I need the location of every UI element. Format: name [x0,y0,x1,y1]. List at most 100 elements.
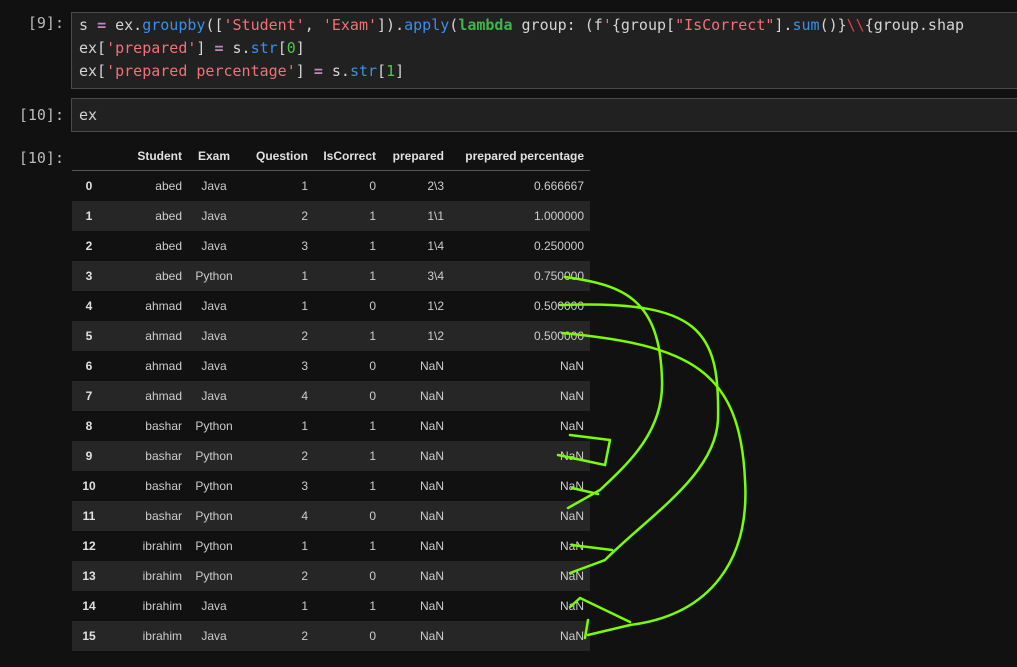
table-cell: 3 [301,479,308,493]
code-token: ( [449,16,459,34]
table-row: 2 abed Java 3 1 1\4 0.250000 [72,231,590,261]
table-cell: 0 [314,621,382,651]
table-cell: 1 [314,441,382,471]
code-token: ([ [205,16,224,34]
table-cell: 2 [240,561,314,591]
table-cell: 0 [314,381,382,411]
code-cell-10[interactable]: ex [71,98,1017,132]
table-cell: bashar [145,479,182,493]
code-token: ex[ [79,39,107,57]
code-token: s. [223,39,251,57]
column-header: Student [106,142,188,171]
code-token: 'Exam' [322,16,378,34]
table-cell: Java [201,359,227,373]
table-cell: 0 [314,561,382,591]
table-cell: 1 [369,479,376,493]
table-cell: abed [106,201,188,231]
code-line: ex['prepared percentage'] = s.str[1] [72,60,1017,83]
table-cell: 4 [240,381,314,411]
table-row: 3 abed Python 1 1 3\4 0.750000 [72,261,590,291]
code-token: ] [295,39,305,57]
table-row: 9 bashar Python 2 1 NaN NaN [72,441,590,471]
table-cell: 3 [301,239,308,253]
table-cell: ibrahim [142,539,182,553]
code-token: s. [322,62,350,80]
column-header [72,142,106,171]
table-cell: Python [195,419,233,433]
table-cell: 0 [369,299,376,313]
table-cell: NaN [559,599,584,613]
table-cell: NaN [419,479,444,493]
table-cell: bashar [145,419,182,433]
table-cell: ibrahim [106,621,188,651]
row-index: 1 [72,201,106,231]
code-token: [ [377,62,387,80]
table-row: 1 abed Java 2 1 1\1 1.000000 [72,201,590,231]
table-header: Student Exam Question IsCorrect prepared prep… [72,142,590,171]
code-token: "IsCorrect" [675,16,775,34]
table-cell: Python [195,479,233,493]
table-cell: NaN [450,501,590,531]
table-cell: Java [201,599,227,613]
table-cell: bashar [106,441,188,471]
table-row: 6 ahmad Java 3 0 NaN NaN [72,351,590,381]
table-cell: abed [106,261,188,291]
table-cell: 0 [369,179,376,193]
table-row: 11 bashar Python 4 0 NaN NaN [72,501,590,531]
table-cell: NaN [419,539,444,553]
table-row: 0 abed Java 1 0 2\3 0.666667 [72,171,590,202]
output-prompt: [10]: [18,149,64,167]
table-row: 12 ibrahim Python 1 1 NaN NaN [72,531,590,561]
code-token: ' [602,16,612,34]
table-cell: 2\3 [427,179,444,193]
code-token: ]. [774,16,793,34]
table-cell: abed [155,179,182,193]
table-cell: NaN [382,381,450,411]
row-index: 11 [72,501,106,531]
code-token: ()} [819,16,847,34]
table-cell: 1\2 [382,321,450,351]
table-cell: 1\4 [427,239,444,253]
table-cell: 0.500000 [533,299,584,313]
table-cell: Python [195,539,233,553]
row-index: 15 [72,621,106,651]
table-cell: Java [188,321,240,351]
code-token: = [97,16,107,34]
table-cell: 1 [369,599,376,613]
table-row: 14 ibrahim Java 1 1 NaN NaN [72,591,590,621]
row-index: 14 [82,599,96,613]
table-cell: Java [201,239,227,253]
table-row: 5 ahmad Java 2 1 1\2 0.500000 [72,321,590,351]
code-token: str [349,62,378,80]
code-token: 'prepared' [106,39,197,57]
code-line: ex['prepared'] = s.str[0] [72,37,1017,60]
table-cell: 1 [301,419,308,433]
code-line: ex [72,104,1017,127]
table-cell: 1 [369,539,376,553]
table-cell: NaN [382,561,450,591]
table-cell: 1 [240,261,314,291]
table-cell: NaN [382,441,450,471]
code-line: s = ex.groupby(['Student', 'Exam']).appl… [72,14,1017,37]
table-cell: abed [155,239,182,253]
column-header: prepared [382,142,450,171]
table-cell: NaN [382,501,450,531]
table-cell: ahmad [145,359,182,373]
code-token: ] [395,62,405,80]
code-token: = [313,62,323,80]
table-cell: 0 [369,359,376,373]
table-row: 10 bashar Python 3 1 NaN NaN [72,471,590,501]
table-cell: 0.250000 [533,239,584,253]
table-cell: 1 [314,201,382,231]
column-header: prepared percentage [450,142,590,171]
code-cell-9[interactable]: s = ex.groupby(['Student', 'Exam']).appl… [71,12,1017,89]
code-token: groupby [142,16,206,34]
code-token: group: (f [512,16,603,34]
row-index: 4 [85,299,93,313]
table-cell: Python [188,441,240,471]
table-cell: 1 [301,539,308,553]
table-cell: NaN [419,599,444,613]
code-token: lambda [458,16,513,34]
code-token: ]). [377,16,405,34]
row-index: 6 [85,359,93,373]
